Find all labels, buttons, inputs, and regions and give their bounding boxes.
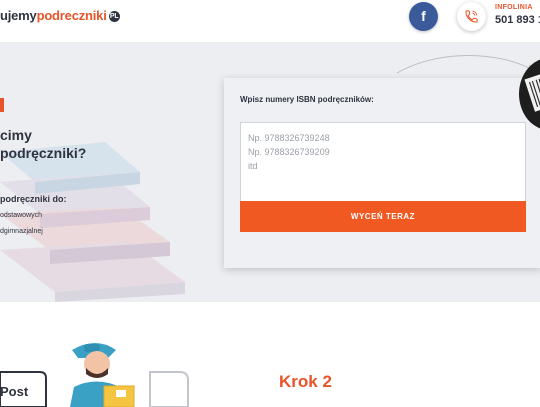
post-logo-text: Post: [0, 384, 29, 399]
phone-icon: [465, 10, 478, 23]
valuate-now-button[interactable]: WYCEŃ TERAZ: [240, 201, 526, 232]
logo-text-prefix: ujemy: [0, 8, 37, 23]
courier-illustration: [0, 343, 189, 407]
isbn-form-card: Wpisz numery ISBN podręczników: WYCEŃ TE…: [224, 78, 540, 268]
hero-title-line1: cimy: [0, 127, 32, 143]
hero-accent-tab: [0, 98, 4, 112]
infoline-label: INFOLINIA: [495, 4, 533, 11]
page: ujemypodreczniki PL f INFOLINIA 501 893 1: [0, 0, 540, 407]
hero-subtitle: podręczniki do:: [0, 194, 67, 204]
hero-list-item: odstawowych: [0, 212, 43, 219]
site-header: ujemypodreczniki PL f INFOLINIA 501 893 1: [0, 0, 540, 42]
books-illustration: [0, 142, 185, 302]
hero-section: cimy podręczniki? podręczniki do: odstaw…: [0, 42, 540, 302]
logo-pl-badge: PL: [108, 11, 120, 22]
barcode-scanner-icon: [519, 59, 540, 129]
site-logo[interactable]: ujemypodreczniki PL: [0, 8, 120, 23]
phone-button[interactable]: [457, 2, 486, 31]
infoline-number[interactable]: 501 893 1: [495, 14, 540, 26]
isbn-input[interactable]: [240, 122, 526, 202]
facebook-icon: f: [421, 8, 426, 24]
step-title: Krok 2: [279, 372, 332, 391]
isbn-form-label: Wpisz numery ISBN podręczników:: [240, 95, 374, 104]
hero-list-item: dgimnazjalnej: [0, 228, 43, 235]
facebook-button[interactable]: f: [409, 2, 438, 31]
hero-title: cimy podręczniki?: [0, 126, 86, 162]
hero-title-line2: podręczniki?: [0, 145, 87, 161]
logo-text-accent: podreczniki: [36, 8, 107, 23]
